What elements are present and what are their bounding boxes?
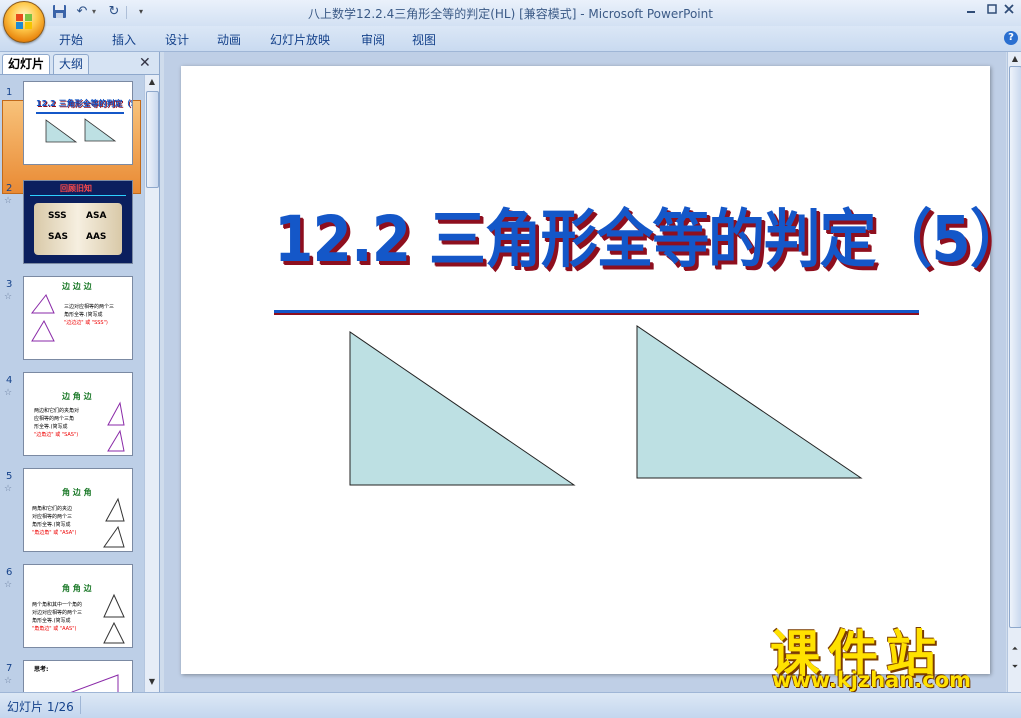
thumbnail-line: 角形全等.(简写成 [64, 312, 103, 318]
thumbnail-line: 两边和它们的夹角对 [34, 408, 80, 414]
thumbnail-text: 两角和它们的夹边 对应相等的两个三 角形全等.(简写成 "角边角" 或 "ASA… [32, 505, 76, 537]
slide-thumbnail-3[interactable]: 边 边 边 三边对应相等的两个三 角形全等.(简写成 "边边边" 或 "SSS"… [23, 276, 133, 360]
slide-number: 2 [6, 183, 13, 194]
animation-star-icon: ☆ [4, 676, 13, 686]
thumbnail-text: 三边对应相等的两个三 角形全等.(简写成 "边边边" 或 "SSS") [64, 303, 114, 327]
panel-scrollbar[interactable]: ▲ ▼ [144, 75, 159, 692]
thumbnail-triangles [45, 118, 117, 143]
thumbnail-text: 两个角和其中一个角的 对边对应相等的两个三 角形全等.(简写成 "角角边" 或 … [32, 601, 82, 633]
slide-thumbnail-1[interactable]: 12.2 三角形全等的判定（5） [23, 81, 133, 165]
thumbnail-label: ASA [86, 211, 107, 221]
editor-scrollbar[interactable]: ▲ ⏶ ⏷ [1007, 52, 1021, 692]
tab-outline[interactable]: 大纲 [53, 54, 90, 74]
minimize-icon[interactable] [962, 3, 980, 19]
maximize-icon[interactable] [983, 3, 1001, 19]
panel-tabs: 幻灯片 大纲 ✕ [0, 52, 159, 75]
thumbnail-label: SAS [48, 232, 68, 242]
animation-star-icon: ☆ [4, 196, 13, 206]
slide-thumbnail-6[interactable]: 角 角 边 两个角和其中一个角的 对边对应相等的两个三 角形全等.(简写成 "角… [23, 564, 133, 648]
scroll-down-icon[interactable]: ▼ [147, 677, 157, 689]
thumbnail-line: 三边对应相等的两个三 [64, 304, 115, 310]
slide-editor: 12.2 三角形全等的判定（5） [164, 52, 1021, 692]
thumbnail-label: SSS [48, 211, 67, 221]
slide-thumbnail-5[interactable]: 角 边 角 两角和它们的夹边 对应相等的两个三 角形全等.(简写成 "角边角" … [23, 468, 133, 552]
slide-number: 6 [6, 567, 13, 578]
watermark-url: www.kjzhan.com [772, 668, 972, 692]
tab-slideshow[interactable]: 幻灯片放映 [270, 31, 330, 48]
slide-number: 1 [6, 87, 13, 98]
tab-review[interactable]: 审阅 [361, 31, 385, 48]
thumbnail-line: "边角边" 或 "SAS") [34, 432, 79, 438]
scrollbar-thumb[interactable] [146, 91, 159, 188]
scroll-up-icon[interactable]: ▲ [147, 77, 157, 89]
animation-star-icon: ☆ [4, 484, 13, 494]
close-panel-icon[interactable]: ✕ [139, 55, 151, 71]
tab-slides[interactable]: 幻灯片 [2, 54, 51, 74]
thumbnail-line: "角边角" 或 "ASA") [32, 530, 77, 536]
slides-panel: 幻灯片 大纲 ✕ 1 12.2 三角形全等的判定（5） 2 ☆ 回顾旧知 SSS… [0, 52, 160, 692]
slide-number: 5 [6, 471, 13, 482]
tab-animation[interactable]: 动画 [217, 31, 241, 48]
slide-number: 4 [6, 375, 13, 386]
slide-indicator: 幻灯片 1/26 [7, 700, 74, 714]
thumbnail-line: 两角和它们的夹边 [32, 506, 73, 512]
left-triangle [349, 331, 576, 486]
scrollbar-thumb[interactable] [1009, 66, 1021, 628]
slide-thumbnail-7[interactable]: 思考: [23, 660, 133, 692]
slide-canvas[interactable]: 12.2 三角形全等的判定（5） [181, 66, 1021, 674]
watermark: 课件站 www.kjzhan.com [770, 614, 1005, 694]
next-slide-icon[interactable]: ⏷ [1010, 662, 1020, 674]
slide-thumbnail-4[interactable]: 边 角 边 两边和它们的夹角对 应相等的两个三角 形全等.(简写成 "边角边" … [23, 372, 133, 456]
office-button[interactable] [3, 1, 45, 43]
tab-insert[interactable]: 插入 [112, 31, 136, 48]
triangles-drawing [349, 325, 863, 486]
animation-star-icon: ☆ [4, 388, 13, 398]
tab-home[interactable]: 开始 [59, 31, 83, 48]
thumbnail-line: 应相等的两个三角 [34, 416, 75, 422]
thumbnail-line: 对应相等的两个三 [32, 514, 73, 520]
thumbnail-triangle [70, 674, 119, 692]
slide-number: 3 [6, 279, 13, 290]
slide-number: 7 [6, 663, 13, 674]
ribbon-tab-bar: 开始 插入 设计 动画 幻灯片放映 审阅 视图 ? [0, 26, 1021, 52]
thumbnail-list: 1 12.2 三角形全等的判定（5） 2 ☆ 回顾旧知 SSS ASA SAS … [0, 75, 143, 692]
status-bar: 幻灯片 1/26 [0, 692, 1021, 718]
thumbnail-subtitle-line [30, 195, 126, 196]
window-title: 八上数学12.2.4三角形全等的判定(HL) [兼容模式] - Microsof… [308, 7, 713, 21]
thumbnail-line: "角角边" 或 "AAS") [32, 626, 77, 632]
thumbnail-line: "边边边" 或 "SSS") [64, 320, 108, 326]
status-divider [80, 696, 81, 714]
thumbnail-label: AAS [86, 232, 107, 242]
thumbnail-text: 两边和它们的夹角对 应相等的两个三角 形全等.(简写成 "边角边" 或 "SAS… [34, 407, 79, 439]
office-logo-icon [16, 14, 32, 29]
close-icon[interactable] [1000, 3, 1018, 19]
right-triangle [636, 325, 863, 479]
title-bar: ↶ ▾ ↻ ▾ 八上数学12.2.4三角形全等的判定(HL) [兼容模式] - … [0, 0, 1021, 43]
help-icon[interactable]: ? [1004, 31, 1018, 45]
scroll-up-icon[interactable]: ▲ [1010, 54, 1020, 66]
animation-star-icon: ☆ [4, 292, 13, 302]
animation-star-icon: ☆ [4, 580, 13, 590]
slide-thumbnail-2[interactable]: 回顾旧知 SSS ASA SAS AAS [23, 180, 133, 264]
thumbnail-title: 回顾旧知 [60, 184, 92, 193]
tab-design[interactable]: 设计 [165, 31, 189, 48]
thumbnail-line: 对边对应相等的两个三 [32, 610, 83, 616]
thumbnail-line: 角形全等.(简写成 [32, 522, 71, 528]
previous-slide-icon[interactable]: ⏶ [1010, 644, 1020, 656]
thumbnail-line: 两个角和其中一个角的 [32, 602, 83, 608]
tab-view[interactable]: 视图 [412, 31, 436, 48]
thumbnail-line: 形全等.(简写成 [34, 424, 68, 430]
thumbnail-line: 角形全等.(简写成 [32, 618, 71, 624]
